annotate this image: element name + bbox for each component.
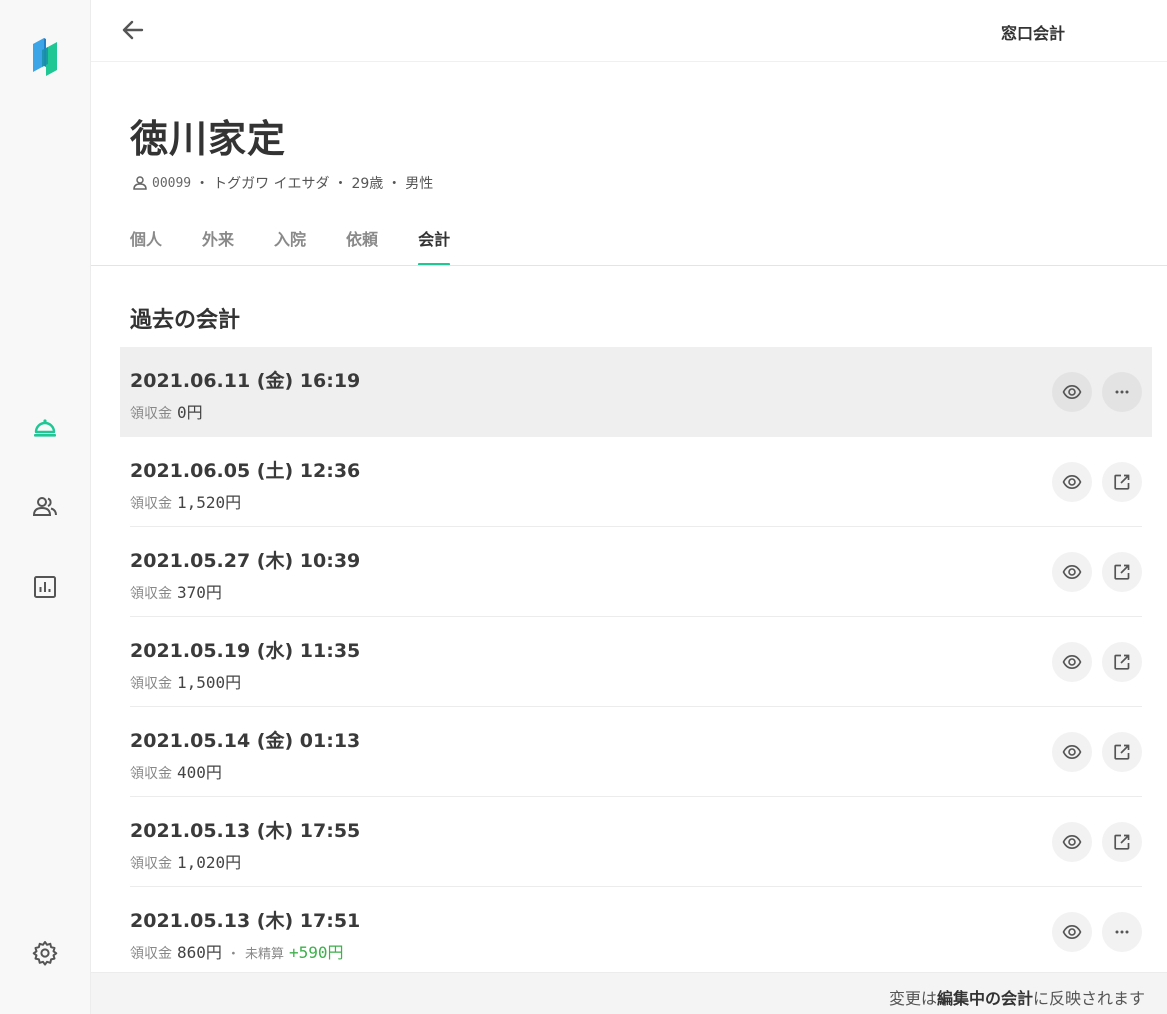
tab-inpatient[interactable]: 入院 — [274, 224, 306, 266]
eye-icon — [1062, 654, 1082, 670]
arrow-left-icon — [122, 20, 144, 40]
open-external-button[interactable] — [1102, 822, 1142, 862]
payment-row[interactable]: 2021.05.27 (木) 10:39 領収金 370円 — [120, 527, 1152, 617]
payment-date: 2021.06.11 (金) 16:19 — [130, 370, 361, 392]
gear-icon[interactable] — [30, 938, 60, 968]
tab-outpatient[interactable]: 外来 — [202, 224, 234, 266]
page-title: 窓口会計 — [1000, 24, 1065, 43]
amount-label: 領収金 — [130, 676, 172, 692]
open-external-icon — [1114, 474, 1130, 490]
top-bar: 窓口会計 — [91, 0, 1167, 62]
payment-amount: 領収金 1,520円 — [130, 489, 241, 513]
meta-separator: ・ — [387, 176, 402, 192]
eye-icon — [1062, 384, 1082, 400]
payment-row[interactable]: 2021.06.05 (土) 12:36 領収金 1,520円 — [120, 437, 1152, 527]
app-logo[interactable] — [30, 36, 60, 78]
tab-billing[interactable]: 会計 — [418, 224, 451, 266]
open-external-button[interactable] — [1102, 732, 1142, 772]
eye-icon — [1062, 474, 1082, 490]
unpaid-label: 未精算 — [244, 947, 284, 962]
amount-value: 860円 — [177, 943, 222, 962]
view-button[interactable] — [1052, 552, 1092, 592]
chart-icon[interactable] — [30, 572, 60, 602]
payment-date: 2021.06.05 (土) 12:36 — [130, 460, 361, 482]
reception-bell-icon[interactable] — [30, 412, 60, 442]
payment-amount: 領収金 400円 — [130, 759, 222, 783]
open-external-button[interactable] — [1102, 552, 1142, 592]
open-external-icon — [1114, 654, 1130, 670]
payment-row[interactable]: 2021.06.11 (金) 16:19 領収金 0円 — [120, 347, 1152, 437]
main-panel: 窓口会計 徳川家定 00099 ・ トグガワ イエサダ ・ 29歳 ・ 男性 個… — [91, 0, 1167, 1014]
back-button[interactable] — [115, 12, 151, 48]
tab-requests[interactable]: 依頼 — [346, 224, 378, 266]
payment-row[interactable]: 2021.05.13 (木) 17:55 領収金 1,020円 — [120, 797, 1152, 887]
payment-amount: 領収金 1,500円 — [130, 669, 241, 693]
view-button[interactable] — [1052, 642, 1092, 682]
payment-amount: 領収金 0円 — [130, 399, 203, 423]
patient-name: 徳川家定 — [130, 117, 287, 161]
more-horizontal-icon — [1115, 390, 1129, 394]
meta-separator: ・ — [226, 947, 240, 962]
amount-value: 1,500円 — [177, 673, 242, 692]
footer-note: 変更は編集中の会計に反映されます — [888, 989, 1145, 1008]
amount-value: 0円 — [177, 403, 203, 422]
meta-separator: ・ — [195, 176, 210, 192]
amount-value: 1,520円 — [177, 493, 242, 512]
payment-date: 2021.05.13 (木) 17:55 — [130, 820, 361, 842]
more-button[interactable] — [1102, 912, 1142, 952]
amount-label: 領収金 — [130, 766, 172, 782]
open-external-button[interactable] — [1102, 642, 1142, 682]
patient-id: 00099 — [152, 175, 192, 191]
amount-label: 領収金 — [130, 586, 172, 602]
tab-bar: 個人 外来 入院 依頼 会計 — [130, 224, 490, 266]
view-button[interactable] — [1052, 372, 1092, 412]
meta-separator: ・ — [333, 176, 348, 192]
amount-value: 400円 — [177, 763, 222, 782]
payment-row[interactable]: 2021.05.14 (金) 01:13 領収金 400円 — [120, 707, 1152, 797]
unpaid-amount: +590円 — [288, 943, 344, 962]
person-icon — [133, 176, 147, 190]
eye-icon — [1062, 924, 1082, 940]
open-external-icon — [1114, 744, 1130, 760]
eye-icon — [1062, 744, 1082, 760]
amount-label: 領収金 — [130, 496, 172, 512]
payment-date: 2021.05.19 (水) 11:35 — [130, 640, 361, 662]
people-icon[interactable] — [30, 492, 60, 522]
payment-row[interactable]: 2021.05.19 (水) 11:35 領収金 1,500円 — [120, 617, 1152, 707]
open-external-icon — [1114, 834, 1130, 850]
amount-label: 領収金 — [130, 946, 172, 962]
payment-row[interactable]: 2021.05.13 (木) 17:51 領収金 860円 ・ 未精算 +590… — [120, 887, 1152, 977]
open-external-icon — [1114, 564, 1130, 580]
more-button[interactable] — [1102, 372, 1142, 412]
sidebar — [0, 0, 91, 1014]
patient-age: 29歳 — [351, 176, 384, 192]
more-horizontal-icon — [1115, 930, 1129, 934]
patient-kana: トグガワ イエサダ — [213, 176, 330, 192]
view-button[interactable] — [1052, 822, 1092, 862]
tabs-divider — [91, 265, 1167, 266]
payment-date: 2021.05.13 (木) 17:51 — [130, 910, 361, 932]
section-title: 過去の会計 — [130, 308, 241, 333]
eye-icon — [1062, 834, 1082, 850]
amount-label: 領収金 — [130, 856, 172, 872]
payment-list: 2021.06.11 (金) 16:19 領収金 0円 2021.06.05 (… — [120, 347, 1152, 977]
view-button[interactable] — [1052, 732, 1092, 772]
eye-icon — [1062, 564, 1082, 580]
tab-personal[interactable]: 個人 — [130, 224, 162, 266]
payment-amount: 領収金 370円 — [130, 579, 222, 603]
payment-amount: 領収金 860円 ・ 未精算 +590円 — [130, 939, 344, 963]
payment-date: 2021.05.14 (金) 01:13 — [130, 730, 361, 752]
payment-date: 2021.05.27 (木) 10:39 — [130, 550, 361, 572]
view-button[interactable] — [1052, 462, 1092, 502]
amount-value: 370円 — [177, 583, 222, 602]
view-button[interactable] — [1052, 912, 1092, 952]
amount-value: 1,020円 — [177, 853, 242, 872]
payment-amount: 領収金 1,020円 — [130, 849, 241, 873]
footer-bar: 変更は編集中の会計に反映されます — [91, 972, 1167, 1014]
patient-sex: 男性 — [405, 176, 434, 192]
amount-label: 領収金 — [130, 406, 172, 422]
open-external-button[interactable] — [1102, 462, 1142, 502]
patient-meta: 00099 ・ トグガワ イエサダ ・ 29歳 ・ 男性 — [132, 173, 433, 193]
